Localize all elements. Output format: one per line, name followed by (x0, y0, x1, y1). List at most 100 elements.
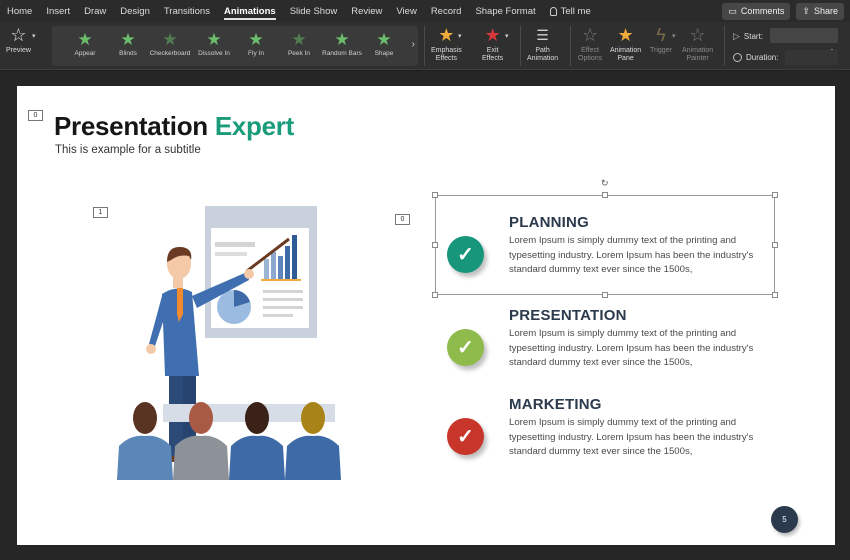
resize-handle[interactable] (602, 192, 608, 198)
slide-title[interactable]: Presentation Expert (54, 111, 294, 142)
star-icon: ★ (484, 25, 501, 45)
effect-options-button[interactable]: ☆ Effect Options (578, 24, 602, 63)
star-icon: ★ (206, 30, 222, 49)
tab-slide-show[interactable]: Slide Show (283, 0, 345, 22)
bar-3 (278, 256, 283, 279)
star-icon: ★ (120, 30, 136, 49)
planning-item[interactable]: ✓ PLANNING Lorem Ipsum is simply dummy t… (447, 214, 787, 304)
start-dropdown[interactable] (770, 28, 838, 43)
tell-me-search[interactable]: Tell me (543, 6, 598, 17)
star-icon: ★ (334, 30, 350, 49)
resize-handle[interactable] (432, 242, 438, 248)
star-icon: ★ (162, 30, 178, 49)
slide-canvas: 0 1 0 Presentation Expert This is exampl… (0, 71, 850, 560)
item-body: Lorem Ipsum is simply dummy text of the … (509, 417, 754, 458)
audience-head (301, 402, 325, 434)
animation-tag[interactable]: 1 (93, 207, 108, 218)
comment-icon: ▭ (728, 5, 737, 16)
effect-label: Checkerboard (149, 50, 191, 57)
animation-pane-label-2: Pane (617, 55, 634, 62)
animation-painter-button[interactable]: ☆ Animation Painter (682, 24, 713, 63)
emphasis-effects-button[interactable]: ★ Emphasis Effects (431, 24, 462, 63)
resize-handle[interactable] (432, 192, 438, 198)
presentation-item[interactable]: ✓ PRESENTATION Lorem Ipsum is simply dum… (447, 307, 787, 397)
path-label-1: Path (535, 47, 550, 54)
bar-2 (271, 252, 276, 279)
animation-pane-label-1: Animation (610, 47, 642, 54)
duration-label: Duration: (746, 53, 779, 62)
duration-row: Duration: (733, 50, 838, 65)
marketing-item[interactable]: ✓ MARKETING Lorem Ipsum is simply dummy … (447, 396, 787, 486)
chevron-down-icon[interactable]: ▾ (458, 32, 462, 40)
board-line (263, 290, 303, 293)
rotate-handle-icon[interactable]: ↻ (601, 178, 609, 189)
lightning-icon: ϟ (656, 25, 666, 45)
start-row: ▷ Start: (733, 28, 838, 43)
tab-insert[interactable]: Insert (39, 0, 77, 22)
resize-handle[interactable] (432, 292, 438, 298)
path-animation-button[interactable]: ☰ Path Animation (527, 24, 558, 63)
chevron-down-icon[interactable]: ▾ (32, 32, 36, 40)
star-icon: ★ (248, 30, 264, 49)
ribbon-divider (570, 26, 571, 66)
chevron-right-icon[interactable]: › (412, 39, 415, 50)
tab-home[interactable]: Home (0, 0, 39, 22)
slide[interactable]: 0 1 0 Presentation Expert This is exampl… (17, 86, 835, 545)
share-icon: ⇪ (802, 5, 810, 16)
effect-checkerboard[interactable]: ★ Checkerboard (149, 29, 191, 57)
effect-peek-in[interactable]: ★ Peek In (279, 29, 319, 57)
star-icon: ★ (376, 30, 392, 49)
bar-4 (285, 246, 290, 279)
star-icon: ★ (438, 25, 455, 45)
duration-stepper[interactable] (785, 50, 838, 65)
effect-fly-in[interactable]: ★ Fly In (236, 29, 276, 57)
tab-draw[interactable]: Draw (77, 0, 113, 22)
exit-effects-button[interactable]: ★ Exit Effects (482, 24, 503, 63)
slide-subtitle[interactable]: This is example for a subtitle (55, 144, 201, 156)
share-button[interactable]: ⇪ Share (796, 2, 844, 20)
audience-body (173, 435, 229, 480)
chevron-down-icon[interactable]: ▾ (505, 32, 509, 40)
board-line (263, 314, 293, 317)
effect-label: Peek In (287, 50, 311, 57)
animation-pane-button[interactable]: ★ Animation Pane (610, 24, 641, 63)
audience-head (245, 402, 269, 434)
resize-handle[interactable] (772, 192, 778, 198)
tab-shape-format[interactable]: Shape Format (468, 0, 542, 22)
audience-body (229, 435, 285, 480)
presenter-illustration[interactable] (107, 204, 347, 480)
check-icon: ✓ (447, 329, 484, 366)
star-icon: ★ (77, 30, 93, 49)
effect-dissolve-in[interactable]: ★ Dissolve In (194, 29, 234, 57)
item-body: Lorem Ipsum is simply dummy text of the … (509, 235, 754, 276)
tab-transitions[interactable]: Transitions (157, 0, 217, 22)
effect-blinds[interactable]: ★ Blinds (108, 29, 148, 57)
board-line (263, 306, 303, 309)
animation-tag[interactable]: 0 (28, 110, 43, 121)
trigger-button[interactable]: ϟ Trigger (650, 24, 672, 55)
tab-view[interactable]: View (389, 0, 423, 22)
tab-review[interactable]: Review (344, 0, 389, 22)
effect-shape[interactable]: ★ Shape (364, 29, 404, 57)
hand (146, 344, 156, 354)
tab-animations[interactable]: Animations (217, 0, 283, 22)
preview-button[interactable]: ☆ Preview (6, 24, 31, 55)
effect-label: Dissolve In (198, 50, 230, 57)
page-number-badge: 5 (771, 506, 798, 533)
emphasis-label-2: Effects (435, 55, 457, 62)
menu-bar: Home Insert Draw Design Transitions Anim… (0, 0, 850, 22)
path-icon: ☰ (536, 27, 549, 43)
effect-label: Appear (74, 50, 96, 57)
effect-appear[interactable]: ★ Appear (65, 29, 105, 57)
item-heading: PLANNING (509, 214, 589, 231)
tab-design[interactable]: Design (113, 0, 157, 22)
chart-baseline (261, 279, 301, 281)
start-label: Start: (743, 32, 764, 41)
title-accent: Expert (214, 111, 294, 141)
animation-tag[interactable]: 0 (395, 214, 410, 225)
effect-random-bars[interactable]: ★ Random Bars (322, 29, 362, 57)
chevron-down-icon[interactable]: ▾ (672, 32, 676, 40)
comments-button[interactable]: ▭ Comments (722, 2, 791, 20)
tab-record[interactable]: Record (424, 0, 469, 22)
preview-label: Preview (6, 47, 31, 54)
